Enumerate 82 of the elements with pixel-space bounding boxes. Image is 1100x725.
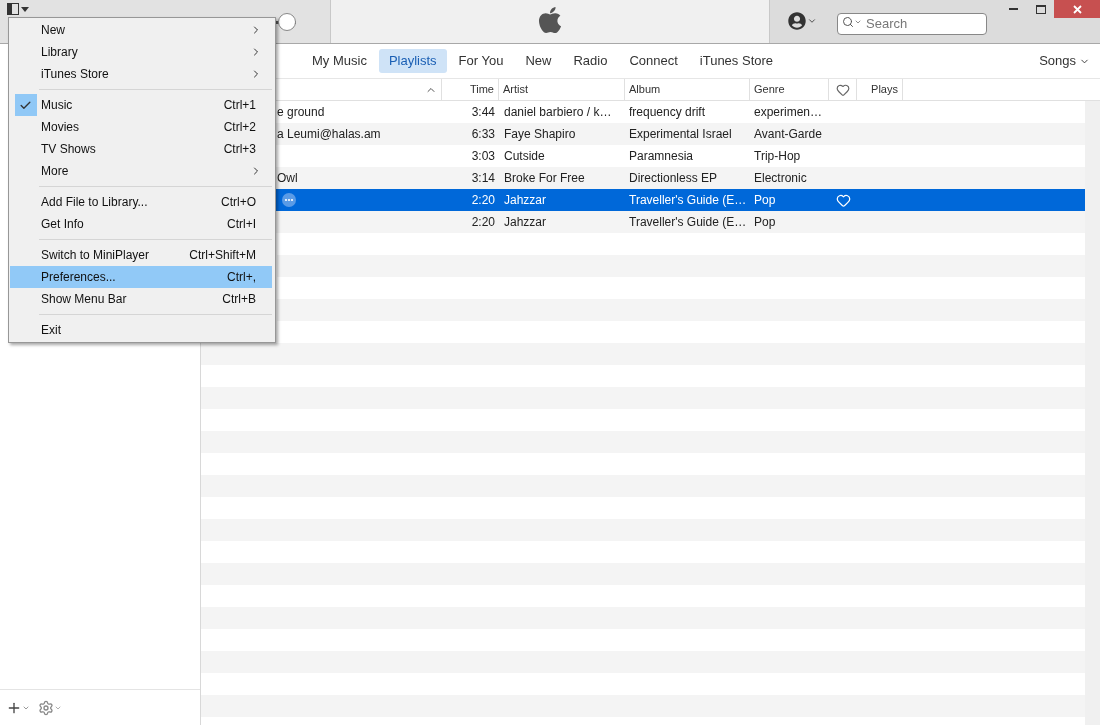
shortcut-label: Ctrl+B [222,291,256,308]
shortcut-label: Ctrl+, [227,269,256,286]
shortcut-label: Ctrl+I [227,216,256,233]
search-field[interactable]: Search [837,12,987,35]
nav-tab[interactable]: Connect [619,49,688,73]
nav-tab[interactable]: Playlists [378,49,447,73]
table-cell: Broke For Free [504,171,585,185]
table-cell: Directionless EP [629,171,718,185]
table-cell-text: 3:03 [471,148,495,165]
menu-item[interactable]: Movies Ctrl+2 [10,116,272,138]
table-cell: Jahzzar [504,215,547,229]
shortcut-label: Ctrl+2 [223,119,256,136]
table-cell-text: Owl [277,170,298,187]
shortcut-label: Ctrl+Shift+M [189,247,256,264]
heart-icon [835,82,850,97]
account-button[interactable] [788,12,817,30]
volume-thumb[interactable] [278,13,296,31]
nav-tab[interactable]: Radio [563,49,618,73]
column-header[interactable]: Album [625,79,750,100]
caret-icon [21,6,29,12]
table-cell-text: 3:14 [471,170,495,187]
table-cell: Jahzzar [504,193,547,207]
scrollbar-track[interactable] [1085,101,1100,725]
menu-item[interactable]: iTunes Store [10,63,272,85]
table-cell: Paramnesia [629,149,694,163]
table-cell: Electronic [754,171,807,185]
nav-tab[interactable]: My Music [302,49,377,73]
column-header[interactable]: Artist [499,79,625,100]
close-icon [1072,4,1082,14]
shortcut-label: Ctrl+O [221,194,256,211]
menu-item[interactable]: Preferences... Ctrl+, [10,266,272,288]
heart-icon[interactable] [835,192,851,208]
table-cell: Trip-Hop [754,149,801,163]
table-cell: frequency drift [629,105,706,119]
table-cell: Pop [754,193,776,207]
nav-tab[interactable]: For You [448,49,514,73]
menu-item[interactable]: TV Shows Ctrl+3 [10,138,272,160]
apple-logo-icon [536,5,564,35]
sidebar-toggle-button[interactable] [7,3,29,15]
nav-tab[interactable]: iTunes Store [689,49,784,73]
table-cell: Faye Shapiro [504,127,576,141]
view-dropdown[interactable]: Songs [1039,51,1090,71]
more-options-icon[interactable] [282,193,296,207]
minimize-icon [1009,8,1018,10]
close-button[interactable] [1054,0,1100,18]
menu-item[interactable]: More [10,160,272,182]
table-cell-text: 2:20 [471,214,495,231]
menu-item[interactable]: Library [10,41,272,63]
table-cell: Pop [754,215,776,229]
menu-item[interactable]: Add File to Library... Ctrl+O [10,191,272,213]
table-cell-text: 6:33 [471,126,495,143]
table-cell: experimen… [754,105,823,119]
table-cell-text: 2:20 [471,192,495,209]
menu-item[interactable]: Show Menu Bar Ctrl+B [10,288,272,310]
maximize-icon [1035,4,1046,14]
menu-item[interactable]: Music Ctrl+1 [10,94,272,116]
table-cell-text: e ground [277,104,325,121]
table-cell-text: 3:44 [471,104,495,121]
chevron-icon [854,18,862,26]
table-cell: daniel barbiero / k… [504,105,612,119]
search-icon [842,16,854,28]
checkmark-icon [14,94,37,116]
menu-item[interactable]: Switch to MiniPlayer Ctrl+Shift+M [10,244,272,266]
settings-button[interactable] [38,699,62,716]
table-cell: Traveller's Guide (E… [629,215,747,229]
chevron-icon [807,16,817,26]
nav-tab[interactable]: New [515,49,562,73]
shortcut-label: Ctrl+1 [223,97,256,114]
shortcut-label: Ctrl+3 [223,141,256,158]
table-cell: Traveller's Guide (E… [629,193,747,207]
menu-item[interactable]: Get Info Ctrl+I [10,213,272,235]
table-cell: Cutside [504,149,545,163]
column-header[interactable]: Genre [750,79,829,100]
table-cell-text: a Leumi@halas.am [277,126,381,143]
table-cell: Experimental Israel [629,127,732,141]
column-header[interactable]: Time [442,79,499,100]
panel-icon [7,3,19,15]
account-icon [788,12,806,30]
settings-icon [38,699,54,716]
table-cell: Avant-Garde [754,127,822,141]
menu-item[interactable]: Exit [10,319,272,341]
column-header[interactable]: Plays [857,79,903,100]
